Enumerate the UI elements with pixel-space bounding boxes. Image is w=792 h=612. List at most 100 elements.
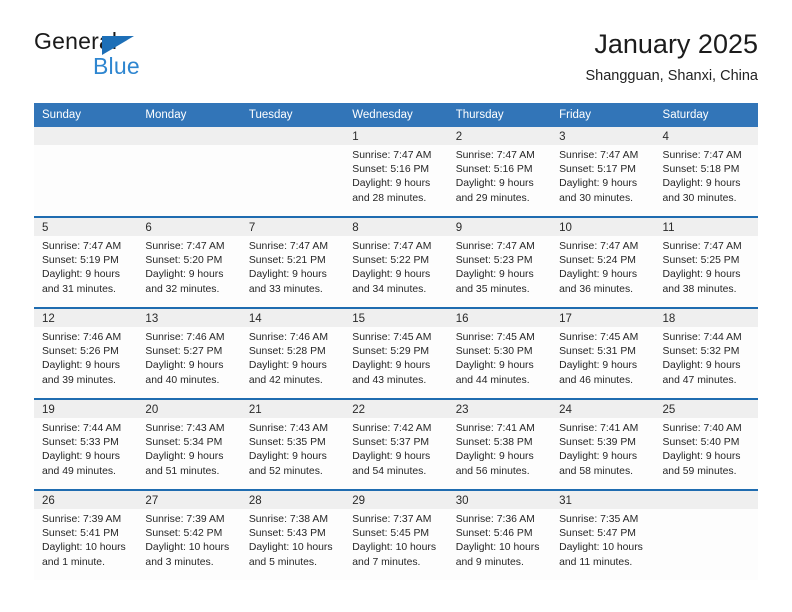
- day-cell[interactable]: 29 Sunrise: 7:37 AM Sunset: 5:45 PM Dayligh…: [344, 491, 448, 580]
- day-cell[interactable]: 10 Sunrise: 7:47 AM Sunset: 5:24 PM Dayligh…: [551, 218, 655, 307]
- day-cell[interactable]: 27 Sunrise: 7:39 AM Sunset: 5:42 PM Dayligh…: [137, 491, 241, 580]
- day-details: Sunrise: 7:45 AM Sunset: 5:31 PM Daylight:…: [551, 327, 655, 388]
- day-cell[interactable]: 22 Sunrise: 7:42 AM Sunset: 5:37 PM Dayligh…: [344, 400, 448, 489]
- day-details: Sunrise: 7:43 AM Sunset: 5:35 PM Daylight:…: [240, 418, 345, 479]
- weekday-header-monday: Monday: [145, 109, 187, 121]
- daylight-text-line2: and 56 minutes.: [455, 465, 530, 477]
- day-number: 2: [455, 131, 463, 143]
- day-cell[interactable]: 2 Sunrise: 7:47 AM Sunset: 5:16 PM Daylight…: [447, 127, 552, 216]
- day-cell[interactable]: 18 Sunrise: 7:44 AM Sunset: 5:32 PM Dayligh…: [654, 309, 758, 398]
- day-number: 18: [662, 313, 676, 325]
- day-number-band: 24: [551, 400, 655, 418]
- sunset-text: Sunset: 5:17 PM: [559, 164, 636, 176]
- daylight-text-line1: Daylight: 9 hours: [248, 451, 327, 463]
- daylight-text-line2: and 51 minutes.: [145, 465, 220, 477]
- weekday-header-row: Sunday Monday Tuesday Wednesday Thursday Frid…: [34, 103, 758, 127]
- sunrise-text: Sunrise: 7:46 AM: [248, 332, 328, 343]
- day-number: 6: [145, 222, 152, 234]
- sunset-text: Sunset: 5:40 PM: [662, 437, 740, 449]
- day-cell[interactable]: 8 Sunrise: 7:47 AM Sunset: 5:22 PM Daylight…: [344, 218, 448, 307]
- sunset-text: Sunset: 5:16 PM: [455, 164, 533, 176]
- day-cell[interactable]: 17 Sunrise: 7:45 AM Sunset: 5:31 PM Dayligh…: [551, 309, 655, 398]
- day-cell[interactable]: 24 Sunrise: 7:41 AM Sunset: 5:39 PM Dayligh…: [551, 400, 655, 489]
- day-details: Sunrise: 7:47 AM Sunset: 5:20 PM Daylight:…: [137, 236, 241, 297]
- sunrise-text: Sunrise: 7:44 AM: [662, 332, 742, 343]
- calendar-page: General Blue January 2025 Shangguan, Sha…: [0, 0, 792, 612]
- day-details: Sunrise: 7:47 AM Sunset: 5:18 PM Daylight:…: [654, 145, 758, 206]
- day-number: 3: [559, 131, 566, 143]
- day-number: 26: [42, 495, 55, 507]
- sunset-text: Sunset: 5:43 PM: [248, 528, 326, 540]
- day-details: Sunrise: 7:43 AM Sunset: 5:34 PM Daylight:…: [137, 418, 241, 479]
- day-cell[interactable]: 11 Sunrise: 7:47 AM Sunset: 5:25 PM Dayligh…: [654, 218, 758, 307]
- daylight-text-line1: Daylight: 9 hours: [352, 178, 431, 190]
- day-details: Sunrise: 7:47 AM Sunset: 5:22 PM Daylight:…: [344, 236, 448, 297]
- page-subtitle: Shangguan, Shanxi, China: [585, 68, 758, 84]
- day-cell[interactable]: 3 Sunrise: 7:47 AM Sunset: 5:17 PM Daylight…: [551, 127, 655, 216]
- day-cell[interactable]: 13 Sunrise: 7:46 AM Sunset: 5:27 PM Dayligh…: [137, 309, 241, 398]
- day-number-band: 9: [447, 218, 552, 236]
- daylight-text-line1: Daylight: 9 hours: [145, 451, 224, 463]
- day-details: Sunrise: 7:41 AM Sunset: 5:38 PM Daylight:…: [447, 418, 552, 479]
- day-cell[interactable]: 12 Sunrise: 7:46 AM Sunset: 5:26 PM Dayligh…: [34, 309, 138, 398]
- day-cell[interactable]: 21 Sunrise: 7:43 AM Sunset: 5:35 PM Dayligh…: [240, 400, 345, 489]
- day-cell[interactable]: 4 Sunrise: 7:47 AM Sunset: 5:18 PM Daylight…: [654, 127, 758, 216]
- day-cell[interactable]: 7 Sunrise: 7:47 AM Sunset: 5:21 PM Daylight…: [240, 218, 345, 307]
- daylight-text-line2: and 28 minutes.: [352, 192, 427, 204]
- day-cell[interactable]: 1 Sunrise: 7:47 AM Sunset: 5:16 PM Daylight…: [344, 127, 448, 216]
- brand-logo[interactable]: General Blue: [34, 28, 274, 84]
- day-cell-empty: [137, 127, 241, 216]
- day-number: 28: [248, 495, 262, 507]
- day-number: 22: [352, 404, 366, 416]
- daylight-text-line2: and 3 minutes.: [145, 556, 214, 568]
- day-cell[interactable]: 15 Sunrise: 7:45 AM Sunset: 5:29 PM Dayligh…: [344, 309, 448, 398]
- daylight-text-line2: and 39 minutes.: [42, 374, 116, 386]
- calendar-grid: Sunday Monday Tuesday Wednesday Thursday Frid…: [34, 103, 758, 580]
- sunset-text: Sunset: 5:16 PM: [352, 164, 430, 176]
- page-header: General Blue January 2025 Shangguan, Sha…: [34, 28, 758, 98]
- daylight-text-line1: Daylight: 9 hours: [42, 269, 120, 281]
- daylight-text-line1: Daylight: 9 hours: [559, 451, 638, 463]
- day-cell[interactable]: 28 Sunrise: 7:38 AM Sunset: 5:43 PM Dayligh…: [240, 491, 345, 580]
- day-cell[interactable]: 25 Sunrise: 7:40 AM Sunset: 5:40 PM Dayligh…: [654, 400, 758, 489]
- day-details: Sunrise: 7:38 AM Sunset: 5:43 PM Daylight:…: [240, 509, 345, 570]
- daylight-text-line2: and 31 minutes.: [42, 283, 116, 295]
- weekday-header-tuesday: Tuesday: [248, 109, 293, 121]
- daylight-text-line2: and 49 minutes.: [42, 465, 116, 477]
- day-cell[interactable]: 16 Sunrise: 7:45 AM Sunset: 5:30 PM Dayligh…: [447, 309, 552, 398]
- sunrise-text: Sunrise: 7:47 AM: [42, 241, 122, 252]
- day-cell[interactable]: 5 Sunrise: 7:47 AM Sunset: 5:19 PM Daylight…: [34, 218, 138, 307]
- day-cell[interactable]: 6 Sunrise: 7:47 AM Sunset: 5:20 PM Daylight…: [137, 218, 241, 307]
- sunrise-text: Sunrise: 7:45 AM: [352, 332, 432, 343]
- day-cell[interactable]: 30 Sunrise: 7:36 AM Sunset: 5:46 PM Dayligh…: [447, 491, 552, 580]
- daylight-text-line1: Daylight: 10 hours: [248, 542, 333, 554]
- day-number-band: 17: [551, 309, 655, 327]
- sunset-text: Sunset: 5:25 PM: [662, 255, 740, 267]
- sunrise-text: Sunrise: 7:47 AM: [559, 150, 639, 161]
- daylight-text-line1: Daylight: 9 hours: [145, 269, 224, 281]
- daylight-text-line2: and 1 minute.: [42, 556, 105, 568]
- sunrise-text: Sunrise: 7:45 AM: [455, 332, 535, 343]
- day-cell[interactable]: 31 Sunrise: 7:35 AM Sunset: 5:47 PM Dayligh…: [551, 491, 655, 580]
- day-cell[interactable]: 23 Sunrise: 7:41 AM Sunset: 5:38 PM Dayligh…: [447, 400, 552, 489]
- daylight-text-line1: Daylight: 9 hours: [455, 360, 534, 372]
- day-cell[interactable]: 20 Sunrise: 7:43 AM Sunset: 5:34 PM Dayligh…: [137, 400, 241, 489]
- day-cell[interactable]: 9 Sunrise: 7:47 AM Sunset: 5:23 PM Daylight…: [447, 218, 552, 307]
- calendar-week-row: 19 Sunrise: 7:44 AM Sunset: 5:33 PM Dayligh…: [34, 398, 758, 489]
- day-number-band: 7: [240, 218, 345, 236]
- day-details: Sunrise: 7:45 AM Sunset: 5:30 PM Daylight:…: [447, 327, 552, 388]
- day-cell[interactable]: 14 Sunrise: 7:46 AM Sunset: 5:28 PM Dayligh…: [240, 309, 345, 398]
- day-number: 21: [248, 404, 262, 416]
- day-number: 27: [145, 495, 159, 507]
- day-number: 11: [662, 222, 675, 234]
- daylight-text-line1: Daylight: 9 hours: [42, 451, 120, 463]
- day-cell[interactable]: 26 Sunrise: 7:39 AM Sunset: 5:41 PM Dayligh…: [34, 491, 138, 580]
- day-number: 9: [455, 222, 463, 234]
- day-number-band: 2: [447, 127, 552, 145]
- day-details: Sunrise: 7:46 AM Sunset: 5:28 PM Daylight:…: [240, 327, 345, 388]
- day-number: 5: [42, 222, 49, 234]
- daylight-text-line1: Daylight: 9 hours: [248, 360, 327, 372]
- day-cell[interactable]: 19 Sunrise: 7:44 AM Sunset: 5:33 PM Dayligh…: [34, 400, 138, 489]
- day-number-band: 6: [137, 218, 241, 236]
- day-details: Sunrise: 7:40 AM Sunset: 5:40 PM Daylight:…: [654, 418, 758, 479]
